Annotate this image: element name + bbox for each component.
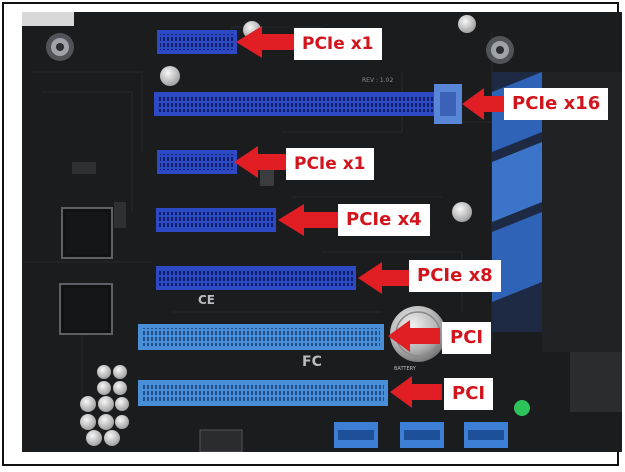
marking-fc: FC bbox=[302, 354, 322, 370]
label-pcie-x16: PCIe x16 bbox=[504, 88, 609, 120]
label-pci-lower: PCI bbox=[444, 378, 494, 410]
usb-header-1 bbox=[334, 422, 378, 448]
label-pcie-x4: PCIe x4 bbox=[338, 204, 430, 236]
motherboard-photo: REV : 1.02 CE FC BATTERY bbox=[22, 12, 622, 452]
chip-lower bbox=[59, 283, 113, 335]
usb-header-3 bbox=[464, 422, 508, 448]
chip-upper bbox=[61, 207, 113, 259]
screw-hole-left bbox=[46, 33, 74, 61]
label-pcie-x1-middle: PCIe x1 bbox=[286, 148, 374, 180]
screw-hole-right bbox=[486, 36, 514, 64]
slot-pci-lower bbox=[138, 380, 388, 406]
slot-pci-upper bbox=[138, 324, 384, 350]
label-pcie-x1-top: PCIe x1 bbox=[294, 28, 382, 60]
slot-pcie-x1-middle bbox=[157, 150, 237, 174]
slot-pcie-x1-top bbox=[157, 30, 237, 54]
motherboard-illustration: REV : 1.02 CE FC BATTERY bbox=[22, 12, 622, 452]
marking-rev: REV : 1.02 bbox=[362, 77, 393, 84]
label-pcie-x8: PCIe x8 bbox=[409, 260, 501, 292]
label-pci-upper: PCI bbox=[442, 322, 492, 354]
marking-ce: CE bbox=[198, 293, 215, 307]
image-frame: REV : 1.02 CE FC BATTERY PCIe x1 PCIe x1… bbox=[2, 2, 622, 466]
slot-pcie-x8 bbox=[156, 266, 356, 290]
marking-battery: BATTERY bbox=[394, 366, 417, 372]
slot-pcie-x4 bbox=[156, 208, 276, 232]
usb-header-2 bbox=[400, 422, 444, 448]
